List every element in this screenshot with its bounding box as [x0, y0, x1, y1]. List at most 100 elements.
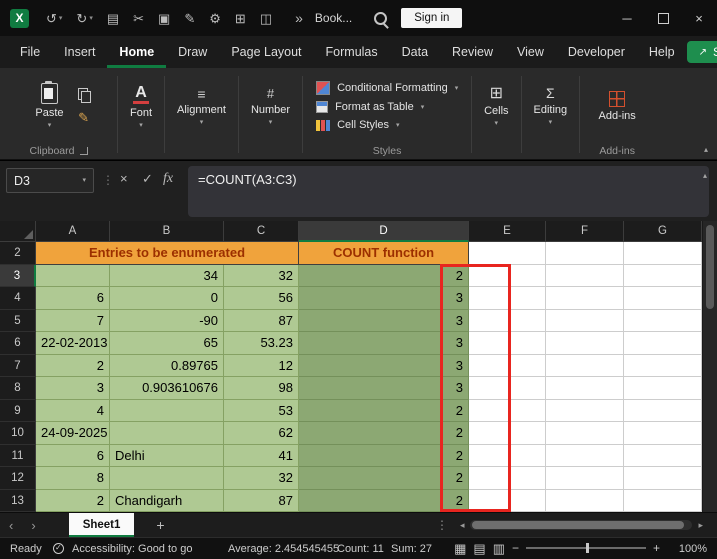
minimize-button[interactable]: ─: [609, 0, 645, 36]
horizontal-scrollbar[interactable]: [470, 520, 693, 530]
cell-F9[interactable]: [546, 399, 624, 422]
cell-F10[interactable]: [546, 422, 624, 445]
cell-B4[interactable]: 0: [110, 287, 224, 310]
cell-E10[interactable]: [469, 422, 546, 445]
cell-D10[interactable]: 2: [299, 422, 469, 445]
paste-button[interactable]: Paste ▾: [28, 79, 70, 133]
settings-icon[interactable]: ⚙: [209, 12, 221, 25]
cell-E2[interactable]: [469, 242, 546, 265]
zoom-level[interactable]: 100%: [679, 543, 707, 555]
menu-item-draw[interactable]: Draw: [166, 36, 219, 68]
row-header-4[interactable]: 4: [0, 287, 36, 310]
page-break-preview-icon[interactable]: ▥: [493, 540, 505, 557]
undo-icon[interactable]: ↺ ▾: [46, 12, 62, 25]
cut-icon[interactable]: ✂: [133, 12, 144, 25]
row-header-8[interactable]: 8: [0, 377, 36, 400]
cell-C10[interactable]: 62: [224, 422, 299, 445]
zoom-in-button[interactable]: +: [653, 542, 660, 554]
cell-C9[interactable]: 53: [224, 399, 299, 422]
menu-item-insert[interactable]: Insert: [52, 36, 107, 68]
cell-C5[interactable]: 87: [224, 309, 299, 332]
cell-A7[interactable]: 2: [36, 354, 110, 377]
addins-button[interactable]: Add-ins: [592, 87, 643, 126]
cell-F13[interactable]: [546, 489, 624, 512]
cell-C12[interactable]: 32: [224, 467, 299, 490]
cell-B8[interactable]: 0.903610676: [110, 377, 224, 400]
vertical-scrollbar[interactable]: [702, 221, 717, 512]
tab-bar-dots-icon[interactable]: ⋮: [428, 518, 456, 532]
cell-B11[interactable]: Delhi: [110, 444, 224, 467]
previous-sheet-icon[interactable]: ‹: [0, 519, 22, 532]
cell-A10[interactable]: 24-09-2025: [36, 422, 110, 445]
column-header-E[interactable]: E: [469, 221, 546, 242]
share-button[interactable]: ↗ Share ▾: [686, 41, 717, 63]
collapse-formula-bar-icon[interactable]: ▴: [703, 171, 707, 180]
cell-C3[interactable]: 32: [224, 264, 299, 287]
font-button[interactable]: A Font ▾: [123, 80, 159, 133]
cell-E11[interactable]: [469, 444, 546, 467]
column-header-B[interactable]: B: [110, 221, 224, 242]
excel-app-icon[interactable]: X: [10, 8, 29, 28]
format-painter-icon[interactable]: ✎: [78, 111, 89, 124]
column-header-A[interactable]: A: [36, 221, 110, 242]
clipboard-dialog-launcher-icon[interactable]: [80, 146, 89, 155]
restore-button[interactable]: [645, 0, 681, 36]
cell-F3[interactable]: [546, 264, 624, 287]
cell-G11[interactable]: [624, 444, 702, 467]
cell-E3[interactable]: [469, 264, 546, 287]
copy-icon[interactable]: ▣: [158, 12, 170, 25]
search-icon[interactable]: [374, 11, 388, 25]
next-sheet-icon[interactable]: ›: [22, 519, 44, 532]
menu-item-page-layout[interactable]: Page Layout: [219, 36, 313, 68]
cell-E5[interactable]: [469, 309, 546, 332]
cell-A6[interactable]: 22-02-2013: [36, 332, 110, 355]
cell-G3[interactable]: [624, 264, 702, 287]
cell-F12[interactable]: [546, 467, 624, 490]
cell-A12[interactable]: 8: [36, 467, 110, 490]
cell-D4[interactable]: 3: [299, 287, 469, 310]
cell-A13[interactable]: 2: [36, 489, 110, 512]
cell-C6[interactable]: 53.23: [224, 332, 299, 355]
cell-G9[interactable]: [624, 399, 702, 422]
zoom-out-button[interactable]: −: [512, 542, 519, 554]
row-header-5[interactable]: 5: [0, 309, 36, 332]
menu-item-home[interactable]: Home: [107, 36, 166, 68]
cell-C13[interactable]: 87: [224, 489, 299, 512]
row-header-7[interactable]: 7: [0, 354, 36, 377]
new-sheet-button[interactable]: +: [156, 517, 164, 533]
cell-E12[interactable]: [469, 467, 546, 490]
menu-item-review[interactable]: Review: [440, 36, 505, 68]
cell-D9[interactable]: 2: [299, 399, 469, 422]
cell-G8[interactable]: [624, 377, 702, 400]
switch-windows-icon[interactable]: ◫: [260, 12, 272, 25]
row-header-9[interactable]: 9: [0, 399, 36, 422]
cell-G13[interactable]: [624, 489, 702, 512]
cell-B13[interactable]: Chandigarh: [110, 489, 224, 512]
menu-item-help[interactable]: Help: [637, 36, 687, 68]
cell-B7[interactable]: 0.89765: [110, 354, 224, 377]
column-header-G[interactable]: G: [624, 221, 702, 242]
cell-B10[interactable]: [110, 422, 224, 445]
row-header-12[interactable]: 12: [0, 467, 36, 490]
alignment-button[interactable]: ≡ Alignment ▾: [170, 83, 233, 130]
menu-item-formulas[interactable]: Formulas: [314, 36, 390, 68]
redo-icon[interactable]: ↻ ▾: [76, 12, 92, 25]
cells-button[interactable]: ⊞ Cells ▾: [477, 82, 515, 131]
menu-item-file[interactable]: File: [8, 36, 52, 68]
cell-D7[interactable]: 3: [299, 354, 469, 377]
cell-B5[interactable]: -90: [110, 309, 224, 332]
collapse-ribbon-icon[interactable]: ▴: [704, 145, 708, 154]
cell-D3[interactable]: 2: [299, 264, 469, 287]
cell-E7[interactable]: [469, 354, 546, 377]
add-table-icon[interactable]: ⊞: [235, 12, 246, 25]
column-header-D[interactable]: D: [299, 221, 469, 242]
row-header-10[interactable]: 10: [0, 422, 36, 445]
cell-A3[interactable]: [36, 264, 110, 287]
touch-mode-icon[interactable]: ▤: [107, 12, 119, 25]
cell-E13[interactable]: [469, 489, 546, 512]
cell-C4[interactable]: 56: [224, 287, 299, 310]
enter-icon[interactable]: ✓: [142, 172, 153, 185]
format-as-table-button[interactable]: Format as Table ▾: [316, 101, 458, 113]
page-layout-view-icon[interactable]: ▤: [473, 540, 485, 557]
cell-F7[interactable]: [546, 354, 624, 377]
